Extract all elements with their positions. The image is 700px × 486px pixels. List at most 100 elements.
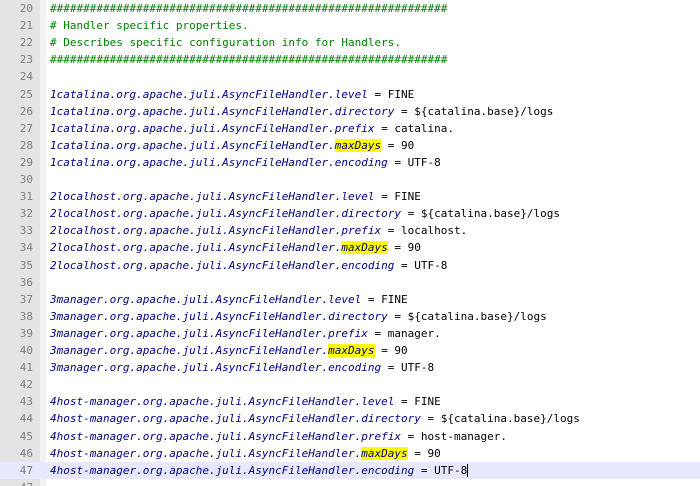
equals-sign: = — [361, 292, 382, 306]
equals-sign: = — [387, 309, 408, 323]
property-name: level — [334, 87, 368, 101]
equals-sign: = — [367, 326, 388, 340]
equals-sign: = — [394, 258, 415, 272]
line-number: 29 — [19, 155, 33, 169]
property-value: FINE — [394, 190, 421, 204]
line-number: 25 — [19, 87, 33, 101]
line-number: 31 — [19, 190, 33, 204]
line-code: 3manager.org.apache.juli.AsyncFileHandle… — [50, 325, 441, 342]
equals-sign: = — [420, 412, 441, 426]
property-name: encoding — [341, 258, 395, 272]
code-line[interactable]: 44 4host-manager.org.apache.juli.AsyncFil… — [0, 410, 700, 427]
line-number: 23 — [19, 53, 33, 67]
equals-sign: = — [401, 207, 421, 221]
highlighted-property-name: maxDays — [361, 446, 408, 460]
line-number: 39 — [19, 326, 33, 340]
line-code: 4host-manager.org.apache.juli.AsyncFileH… — [50, 462, 469, 479]
code-line[interactable]: 21 # Handler specific properties. — [0, 17, 700, 34]
comment-text: ########################################… — [50, 2, 448, 15]
property-key: 2localhost.org.apache.juli.AsyncFileHand… — [50, 241, 342, 255]
code-line[interactable]: 26 1catalina.org.apache.juli.AsyncFileHan… — [0, 103, 700, 120]
property-name: prefix — [334, 121, 375, 135]
comment-text: ########################################… — [50, 53, 448, 67]
property-name: encoding — [334, 155, 388, 169]
code-line[interactable]: 47 — [0, 479, 700, 486]
code-line[interactable]: 28 1catalina.org.apache.juli.AsyncFileHan… — [0, 137, 700, 154]
code-line[interactable]: 30 — [0, 171, 700, 188]
property-value: FINE — [387, 87, 415, 101]
line-number: 27 — [19, 121, 33, 135]
code-line[interactable]: 40 3manager.org.apache.juli.AsyncFileHand… — [0, 342, 700, 359]
code-line[interactable]: 47 4host-manager.org.apache.juli.AsyncFil… — [0, 461, 700, 479]
property-name: prefix — [341, 224, 382, 238]
code-line[interactable]: 24 — [0, 68, 700, 85]
line-code: 2localhost.org.apache.juli.AsyncFileHand… — [50, 205, 560, 222]
line-number: 26 — [19, 104, 33, 118]
property-value: FINE — [414, 395, 441, 409]
line-number: 38 — [19, 309, 33, 323]
property-key: 3manager.org.apache.juli.AsyncFileHandle… — [50, 292, 329, 306]
line-number: 21 — [19, 19, 33, 33]
property-value: UTF-8 — [434, 463, 468, 477]
line-number: 36 — [19, 275, 33, 289]
code-line[interactable]: 39 3manager.org.apache.juli.AsyncFileHand… — [0, 325, 700, 342]
line-code: 2localhost.org.apache.juli.AsyncFileHand… — [50, 222, 467, 239]
code-line[interactable]: 37 3manager.org.apache.juli.AsyncFileHand… — [0, 291, 700, 308]
line-code: 1catalina.org.apache.juli.AsyncFileHandl… — [50, 154, 441, 171]
property-key: 3manager.org.apache.juli.AsyncFileHandle… — [50, 326, 329, 340]
code-line[interactable]: 31 2localhost.org.apache.juli.AsyncFileHa… — [0, 188, 700, 205]
code-line[interactable]: 20 ######################################… — [0, 0, 700, 17]
code-editor[interactable]: 20 ######################################… — [0, 0, 700, 486]
property-key: 2localhost.org.apache.juli.AsyncFileHand… — [50, 258, 342, 272]
code-line[interactable]: 33 2localhost.org.apache.juli.AsyncFileHa… — [0, 222, 700, 239]
property-value: ${catalina.base}/logs — [440, 412, 580, 426]
code-line[interactable]: 29 1catalina.org.apache.juli.AsyncFileHan… — [0, 154, 700, 171]
property-key: 2localhost.org.apache.juli.AsyncFileHand… — [50, 190, 342, 204]
equals-sign: = — [387, 155, 408, 169]
property-value: 90 — [394, 344, 408, 357]
property-key: 4host-manager.org.apache.juli.AsyncFileH… — [50, 446, 362, 460]
equals-sign: = — [381, 361, 402, 375]
code-line[interactable]: 45 4host-manager.org.apache.juli.AsyncFil… — [0, 428, 700, 445]
equals-sign: = — [394, 104, 415, 118]
property-value: catalina. — [394, 121, 455, 135]
line-number: 47 — [19, 463, 33, 477]
equals-sign: = — [414, 463, 435, 477]
equals-sign: = — [387, 241, 408, 255]
code-line[interactable]: 46 4host-manager.org.apache.juli.AsyncFil… — [0, 445, 700, 462]
code-line[interactable]: 23 ######################################… — [0, 51, 700, 68]
line-code: 3manager.org.apache.juli.AsyncFileHandle… — [50, 308, 547, 325]
code-line[interactable]: 42 — [0, 376, 700, 393]
code-line[interactable]: 35 2localhost.org.apache.juli.AsyncFileHa… — [0, 257, 700, 274]
line-number: 24 — [19, 70, 33, 84]
property-key: 2localhost.org.apache.juli.AsyncFileHand… — [50, 224, 342, 238]
code-line[interactable]: 25 1catalina.org.apache.juli.AsyncFileHan… — [0, 86, 700, 103]
property-name: level — [341, 190, 375, 204]
code-line[interactable]: 27 1catalina.org.apache.juli.AsyncFileHan… — [0, 120, 700, 137]
line-code: 3manager.org.apache.juli.AsyncFileHandle… — [50, 342, 408, 359]
line-code: 1catalina.org.apache.juli.AsyncFileHandl… — [50, 137, 414, 154]
code-line[interactable]: 38 3manager.org.apache.juli.AsyncFileHand… — [0, 308, 700, 325]
property-value: 90 — [407, 241, 421, 255]
property-value: ${catalina.base}/logs — [407, 309, 547, 323]
code-line[interactable]: 43 4host-manager.org.apache.juli.AsyncFil… — [0, 393, 700, 410]
line-number: 45 — [19, 429, 33, 443]
code-line[interactable]: 41 3manager.org.apache.juli.AsyncFileHand… — [0, 359, 700, 376]
property-name: prefix — [328, 326, 368, 340]
line-code: 2localhost.org.apache.juli.AsyncFileHand… — [50, 239, 421, 256]
property-key: 4host-manager.org.apache.juli.AsyncFileH… — [50, 412, 362, 426]
line-number: 47 — [0, 479, 33, 486]
property-value: FINE — [381, 292, 408, 306]
line-code: 4host-manager.org.apache.juli.AsyncFileH… — [50, 393, 441, 410]
equals-sign: = — [374, 121, 395, 135]
line-code: ########################################… — [50, 0, 447, 17]
highlighted-property-name: maxDays — [328, 344, 375, 357]
line-code: 3manager.org.apache.juli.AsyncFileHandle… — [50, 291, 408, 308]
line-code: 1catalina.org.apache.juli.AsyncFileHandl… — [50, 86, 414, 103]
code-line[interactable]: 34 2localhost.org.apache.juli.AsyncFileHa… — [0, 239, 700, 256]
code-line[interactable]: 36 — [0, 274, 700, 291]
property-value: UTF-8 — [401, 361, 435, 375]
code-line[interactable]: 22 # Describes specific configuration inf… — [0, 34, 700, 51]
text-caret — [467, 464, 469, 478]
code-line[interactable]: 32 2localhost.org.apache.juli.AsyncFileHa… — [0, 205, 700, 222]
